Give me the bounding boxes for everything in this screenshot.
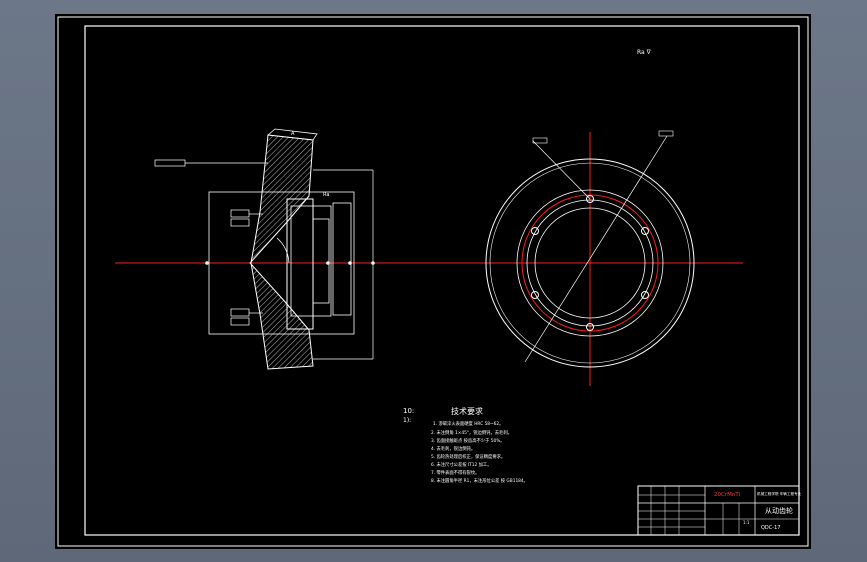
section-view: Ra A xyxy=(115,128,465,370)
note-5: 5. 齿轮热处理后校正，保证精度要求。 xyxy=(431,453,505,460)
material-label: 20CrMnTi xyxy=(714,492,741,498)
note-7: 7. 零件表面不得有裂纹。 xyxy=(431,469,479,476)
notes-title: 技术要求 xyxy=(451,406,483,416)
notes-roman: 10: xyxy=(403,407,414,415)
title-block: 20CrMnTi 机械工程学院 车辆工程专业 从动齿轮 QDC-17 1:1 xyxy=(637,485,802,536)
cad-drawing: Ra A Ra ∇ 10: 1): 技术要求 1. 渗碳淬火表面硬度 HRC 5… xyxy=(57,16,809,547)
school-label: 机械工程学院 车辆工程专业 xyxy=(757,491,802,496)
drawing-number: QDC-17 xyxy=(761,525,780,531)
part-name: 从动齿轮 xyxy=(765,506,793,515)
note-1: 1. 渗碳淬火表面硬度 HRC 58~62。 xyxy=(433,420,503,427)
technical-notes: 10: 1): 技术要求 1. 渗碳淬火表面硬度 HRC 58~62。 2. 未… xyxy=(403,406,528,484)
note-2: 2. 未注倒角 1×45°，锐边倒钝，去毛刺。 xyxy=(431,429,512,436)
front-view xyxy=(437,130,743,386)
scale-label: 1:1 xyxy=(743,520,750,525)
note-4: 4. 去毛刺，锐边倒钝。 xyxy=(431,445,475,452)
roughness-mark: Ra xyxy=(323,192,329,198)
note-6: 6. 未注尺寸公差按 IT12 加工。 xyxy=(431,461,492,468)
note-8: 8. 未注圆角半径 R1，未注形位公差 按 GB1184。 xyxy=(431,477,528,484)
drawing-sheet: Ra A Ra ∇ 10: 1): 技术要求 1. 渗碳淬火表面硬度 HRC 5… xyxy=(55,14,811,549)
general-roughness: Ra ∇ xyxy=(637,49,652,56)
datum-label: A xyxy=(291,131,295,137)
note-3: 3. 齿面接触斑点 按齿高不少于 50%。 xyxy=(431,437,505,444)
notes-marker: 1): xyxy=(403,417,411,424)
